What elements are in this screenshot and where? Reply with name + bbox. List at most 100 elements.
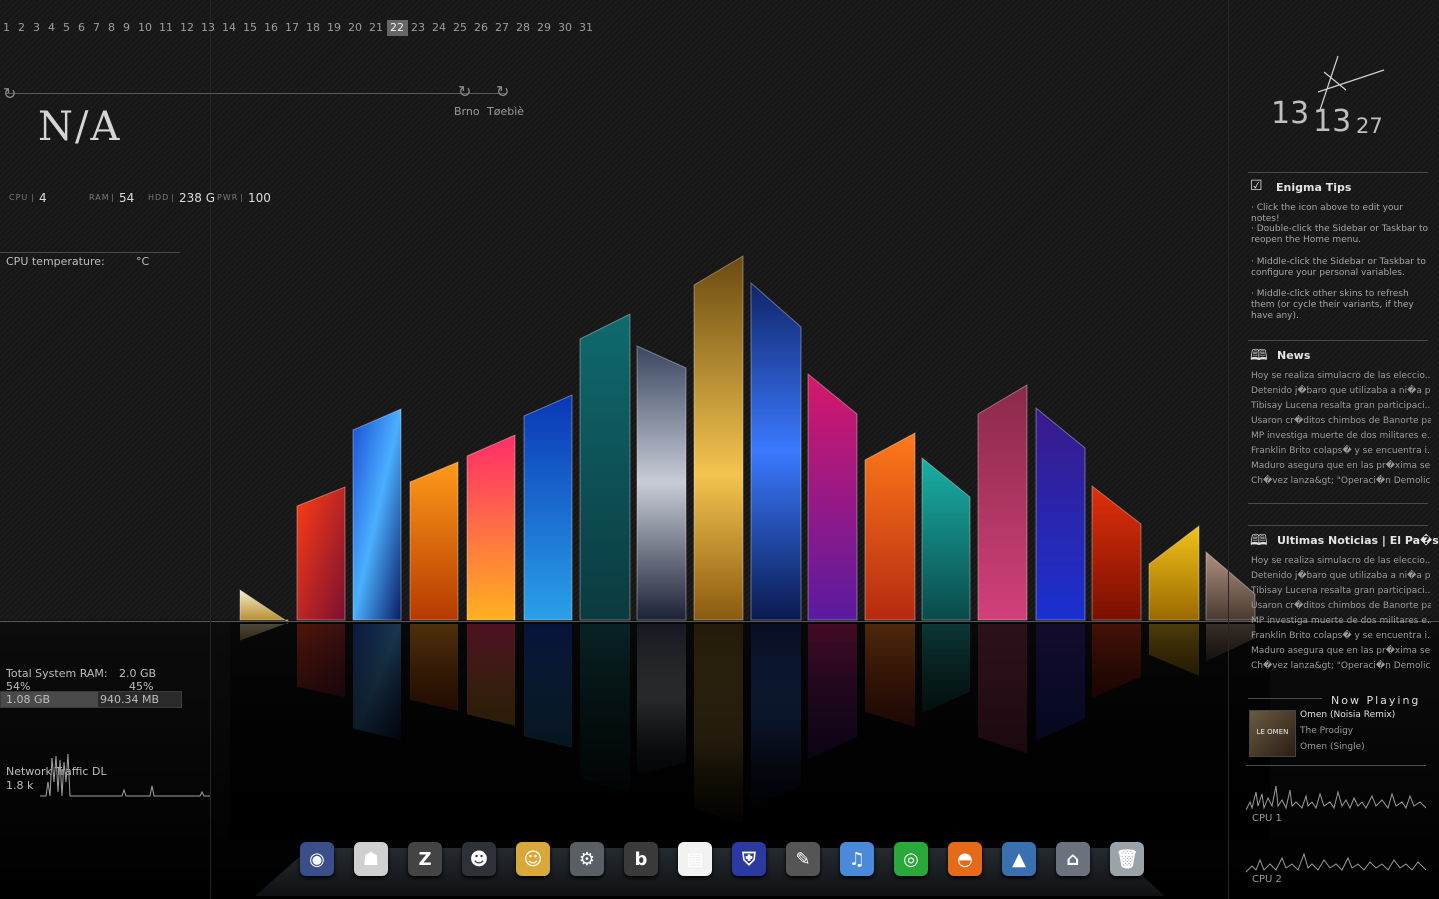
arch-icon[interactable]: ▲ bbox=[1002, 842, 1036, 876]
calendar-day[interactable]: 25 bbox=[450, 20, 471, 36]
calendar-day[interactable]: 3 bbox=[30, 20, 45, 36]
news-item[interactable]: Ch�vez lanza&gt; "Operaci�n Demolic... bbox=[1251, 659, 1431, 674]
news-list: Hoy se realiza simulacro de las eleccio.… bbox=[1251, 369, 1431, 489]
itunes-icon[interactable]: ♫ bbox=[840, 842, 874, 876]
news-item[interactable]: Franklin Brito colaps� y se encuentra i.… bbox=[1251, 444, 1431, 459]
calendar-day[interactable]: 8 bbox=[105, 20, 120, 36]
crystal-shard bbox=[579, 313, 631, 621]
news-item[interactable]: Ch�vez lanza&gt; "Operaci�n Demolic... bbox=[1251, 474, 1431, 489]
calendar-day[interactable]: 17 bbox=[282, 20, 303, 36]
steam-icon[interactable]: ⚙ bbox=[570, 842, 604, 876]
calendar-day[interactable]: 14 bbox=[219, 20, 240, 36]
calendar-day[interactable]: 30 bbox=[555, 20, 576, 36]
book-icon[interactable]: 🕮 bbox=[1250, 345, 1268, 370]
news-item[interactable]: Detenido j�baro que utilizaba a ni�a p..… bbox=[1251, 569, 1431, 584]
album-art[interactable]: LE OMEN bbox=[1249, 710, 1296, 757]
news-item[interactable]: Franklin Brito colaps� y se encuentra i.… bbox=[1251, 629, 1431, 644]
hdd-label: HDD bbox=[148, 193, 170, 202]
news-item[interactable]: Usaron cr�ditos chimbos de Banorte pa... bbox=[1251, 414, 1431, 429]
shield-game-icon[interactable]: ⛨ bbox=[732, 842, 766, 876]
ram-value: 54 bbox=[119, 191, 135, 205]
divider bbox=[1246, 765, 1426, 766]
calendar-day[interactable]: 9 bbox=[120, 20, 135, 36]
divider bbox=[1248, 503, 1428, 504]
ram-label: RAM bbox=[89, 193, 110, 202]
ram-meter-total: 2.0 GB bbox=[119, 667, 157, 680]
now-playing-header: Now Playing bbox=[1331, 694, 1421, 707]
calendar-day[interactable]: 20 bbox=[345, 20, 366, 36]
weather-swirl-icon: ↻ bbox=[3, 84, 17, 103]
calendar-day[interactable]: 27 bbox=[492, 20, 513, 36]
checkbox-icon[interactable]: ☑ bbox=[1250, 178, 1263, 194]
calendar-day[interactable]: 10 bbox=[135, 20, 156, 36]
calendar-day[interactable]: 4 bbox=[45, 20, 60, 36]
tips-title: Enigma Tips bbox=[1276, 181, 1352, 194]
pwr-value: 100 bbox=[248, 191, 271, 205]
news2-title: Ultimas Noticias | El Pa�s bbox=[1277, 534, 1439, 547]
firefox-icon[interactable]: ◓ bbox=[948, 842, 982, 876]
calendar-day[interactable]: 11 bbox=[156, 20, 177, 36]
recycle-bin-icon[interactable]: 🗑 bbox=[1110, 842, 1144, 876]
news-item[interactable]: MP investiga muerte de dos militares e..… bbox=[1251, 614, 1431, 629]
calendar-day[interactable]: 5 bbox=[60, 20, 75, 36]
news-item[interactable]: Maduro asegura que en las pr�xima se... bbox=[1251, 459, 1431, 474]
weather-city-1[interactable]: Brno bbox=[454, 105, 480, 118]
cpu1-graph bbox=[1246, 785, 1426, 811]
calendar-day[interactable]: 6 bbox=[75, 20, 90, 36]
game-icon[interactable]: ◉ bbox=[300, 842, 334, 876]
stat-separator: | bbox=[240, 193, 244, 202]
news-item[interactable]: Tibisay Lucena resalta gran participaci.… bbox=[1251, 399, 1431, 414]
crystal-shard bbox=[636, 345, 687, 621]
calendar-day[interactable]: 29 bbox=[534, 20, 555, 36]
track-title: Omen (Noisia Remix) bbox=[1300, 710, 1396, 720]
b-app-icon[interactable]: b bbox=[624, 842, 658, 876]
calendar-strip[interactable]: 1 2 3 4 5 6 7 8 9 10 11 12 13 14 15 16 17 18 19 20 21 22 23 24 2… bbox=[0, 20, 597, 36]
calendar-day[interactable]: 21 bbox=[366, 20, 387, 36]
crystal-shard bbox=[977, 384, 1028, 621]
crystal-shard bbox=[1091, 484, 1142, 621]
calendar-day[interactable]: 19 bbox=[324, 20, 345, 36]
calendar-day[interactable]: 15 bbox=[240, 20, 261, 36]
gimp-icon[interactable]: ✎ bbox=[786, 842, 820, 876]
cpu-temp-label: CPU temperature: bbox=[6, 255, 105, 268]
calendar-day[interactable]: 24 bbox=[429, 20, 450, 36]
track-album: Omen (Single) bbox=[1300, 742, 1365, 752]
calendar-day[interactable]: 31 bbox=[576, 20, 597, 36]
horizon-line bbox=[0, 621, 1439, 622]
pes-game-icon[interactable]: ▤ bbox=[678, 842, 712, 876]
calendar-day[interactable]: 26 bbox=[471, 20, 492, 36]
book-icon[interactable]: 🕮 bbox=[1250, 530, 1268, 555]
stat-separator: | bbox=[31, 193, 35, 202]
home-icon[interactable]: ⌂ bbox=[1056, 842, 1090, 876]
tip-item: · Double-click the Sidebar or Taskbar to… bbox=[1251, 224, 1429, 245]
weather-swirl-icon: ↻ bbox=[458, 82, 472, 101]
weather-city-2[interactable]: Tøebìè bbox=[487, 105, 524, 118]
calendar-day[interactable]: 18 bbox=[303, 20, 324, 36]
calendar-day[interactable]: 28 bbox=[513, 20, 534, 36]
bittorrent-icon[interactable]: ◎ bbox=[894, 842, 928, 876]
calendar-day[interactable]: 1 bbox=[0, 20, 15, 36]
news-item[interactable]: MP investiga muerte de dos militares e..… bbox=[1251, 429, 1431, 444]
soldier-game-icon[interactable]: ☻ bbox=[462, 842, 496, 876]
calendar-day-today[interactable]: 22 bbox=[387, 20, 408, 36]
cpu-value: 4 bbox=[39, 191, 47, 205]
news-item[interactable]: Maduro asegura que en las pr�xima se... bbox=[1251, 644, 1431, 659]
news-item[interactable]: Hoy se realiza simulacro de las eleccio.… bbox=[1251, 554, 1431, 569]
divider bbox=[1248, 698, 1322, 699]
calendar-day[interactable]: 13 bbox=[198, 20, 219, 36]
clone-trooper-icon[interactable]: ☗ bbox=[354, 842, 388, 876]
news-item[interactable]: Tibisay Lucena resalta gran participaci.… bbox=[1251, 584, 1431, 599]
calendar-day[interactable]: 23 bbox=[408, 20, 429, 36]
news-item[interactable]: Hoy se realiza simulacro de las eleccio.… bbox=[1251, 369, 1431, 384]
news-item[interactable]: Detenido j�baro que utilizaba a ni�a p..… bbox=[1251, 384, 1431, 399]
calendar-day[interactable]: 2 bbox=[15, 20, 30, 36]
need-for-speed-icon[interactable]: Z bbox=[408, 842, 442, 876]
fallout-icon[interactable]: ☺ bbox=[516, 842, 550, 876]
calendar-day[interactable]: 12 bbox=[177, 20, 198, 36]
divider bbox=[1248, 340, 1428, 341]
calendar-day[interactable]: 16 bbox=[261, 20, 282, 36]
crystal-shard bbox=[466, 434, 516, 621]
news-item[interactable]: Usaron cr�ditos chimbos de Banorte pa... bbox=[1251, 599, 1431, 614]
tip-item: · Middle-click the Sidebar or Taskbar to… bbox=[1251, 257, 1426, 278]
calendar-day[interactable]: 7 bbox=[90, 20, 105, 36]
